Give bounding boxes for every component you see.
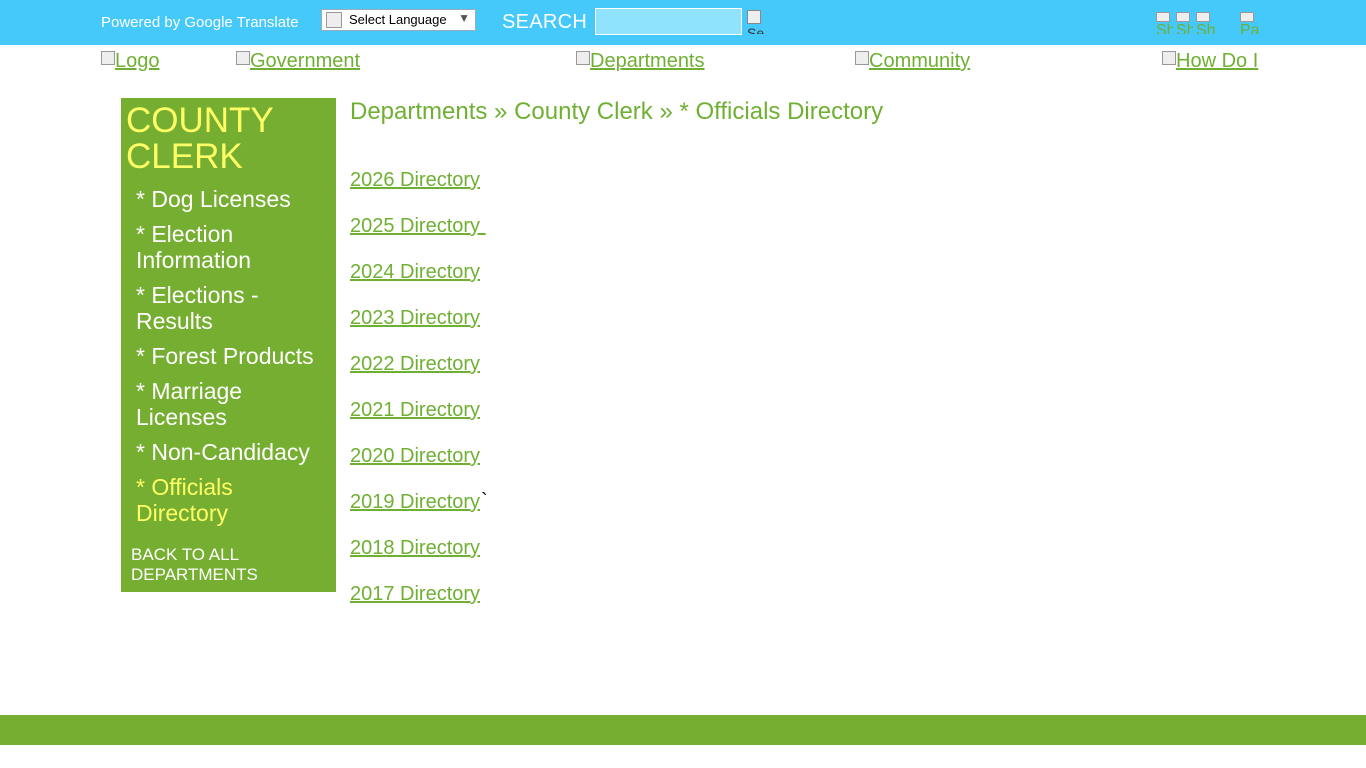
how-do-i-icon (1162, 51, 1176, 65)
logo-link[interactable]: Logo (101, 50, 160, 73)
government-icon (236, 51, 250, 65)
share-alt-text: Sh (1196, 22, 1216, 34)
share-alt-text: Sh (1176, 22, 1193, 34)
sidebar-item-elections-results[interactable]: * Elections - Results (136, 282, 331, 334)
language-select-label: Select Language (349, 12, 447, 27)
language-flag-icon (326, 12, 342, 28)
chevron-down-icon: ▼ (458, 11, 470, 25)
nav-departments[interactable]: Departments (576, 50, 705, 73)
directory-link-2026[interactable]: 2026 Directory (350, 169, 480, 192)
directory-link-2018[interactable]: 2018 Directory (350, 537, 480, 560)
directory-link-2024[interactable]: 2024 Directory (350, 261, 480, 284)
logo-alt-text: Logo (115, 50, 160, 72)
page-link[interactable]: Pa (1240, 12, 1266, 34)
directory-link-2017[interactable]: 2017 Directory (350, 583, 480, 606)
page-icon (1240, 12, 1254, 22)
search-button-alt-text: Se (747, 25, 765, 34)
top-bar: Powered by Google Translate Select Langu… (0, 0, 1366, 45)
footer-bar (0, 715, 1366, 745)
directory-link-2025[interactable]: 2025 Directory (350, 215, 486, 238)
search-button[interactable]: Se (747, 10, 771, 34)
nav-community-label: Community (869, 50, 971, 72)
directory-link-2023[interactable]: 2023 Directory (350, 307, 480, 330)
share-icon (1156, 12, 1170, 22)
departments-icon (576, 51, 590, 65)
search-label: SEARCH (502, 11, 588, 33)
stray-backtick: ` (481, 490, 488, 512)
nav-how-do-i[interactable]: How Do I (1162, 50, 1262, 73)
logo-icon (101, 51, 115, 65)
directory-link-2019[interactable]: 2019 Directory (350, 491, 480, 514)
sidebar-item-forest-products[interactable]: * Forest Products (136, 343, 331, 369)
nav-government-label: Government (250, 50, 361, 72)
directory-link-2021[interactable]: 2021 Directory (350, 399, 480, 422)
social-share-link-1[interactable]: Sh (1156, 12, 1173, 34)
sidebar-item-dog-licenses[interactable]: * Dog Licenses (136, 186, 331, 212)
sidebar-item-marriage-licenses[interactable]: * Marriage Licenses (136, 378, 331, 430)
nav-departments-label: Departments (590, 50, 705, 72)
breadcrumb: Departments » County Clerk » * Officials… (350, 98, 884, 125)
share-icon (1176, 12, 1190, 22)
directory-link-2022[interactable]: 2022 Directory (350, 353, 480, 376)
search-icon (747, 10, 761, 24)
nav-how-do-i-label: How Do I (1176, 50, 1259, 72)
sidebar-item-officials-directory[interactable]: * Officials Directory (136, 474, 331, 526)
sidebar-item-election-information[interactable]: * Election Information (136, 221, 331, 273)
sidebar-title: COUNTY CLERK (126, 101, 274, 176)
page-alt-text: Pa (1240, 22, 1260, 34)
directory-link-2020[interactable]: 2020 Directory (350, 445, 480, 468)
powered-by-google-translate[interactable]: Powered by Google Translate (101, 14, 299, 31)
search-input[interactable] (595, 8, 742, 35)
nav-community[interactable]: Community (855, 50, 970, 73)
nav-government[interactable]: Government (236, 50, 360, 73)
share-alt-text: Sh (1156, 22, 1173, 34)
community-icon (855, 51, 869, 65)
language-select[interactable]: Select Language ▼ (321, 9, 476, 31)
sidebar-item-non-candidacy[interactable]: * Non-Candidacy (136, 439, 331, 465)
social-share-link-2[interactable]: Sh (1176, 12, 1193, 34)
back-to-all-departments-link[interactable]: BACK TO ALL DEPARTMENTS (131, 545, 331, 585)
social-share-link-3[interactable]: Sh (1196, 12, 1216, 34)
sidebar: COUNTY CLERK * Dog Licenses * Election I… (121, 98, 336, 592)
share-icon (1196, 12, 1210, 22)
